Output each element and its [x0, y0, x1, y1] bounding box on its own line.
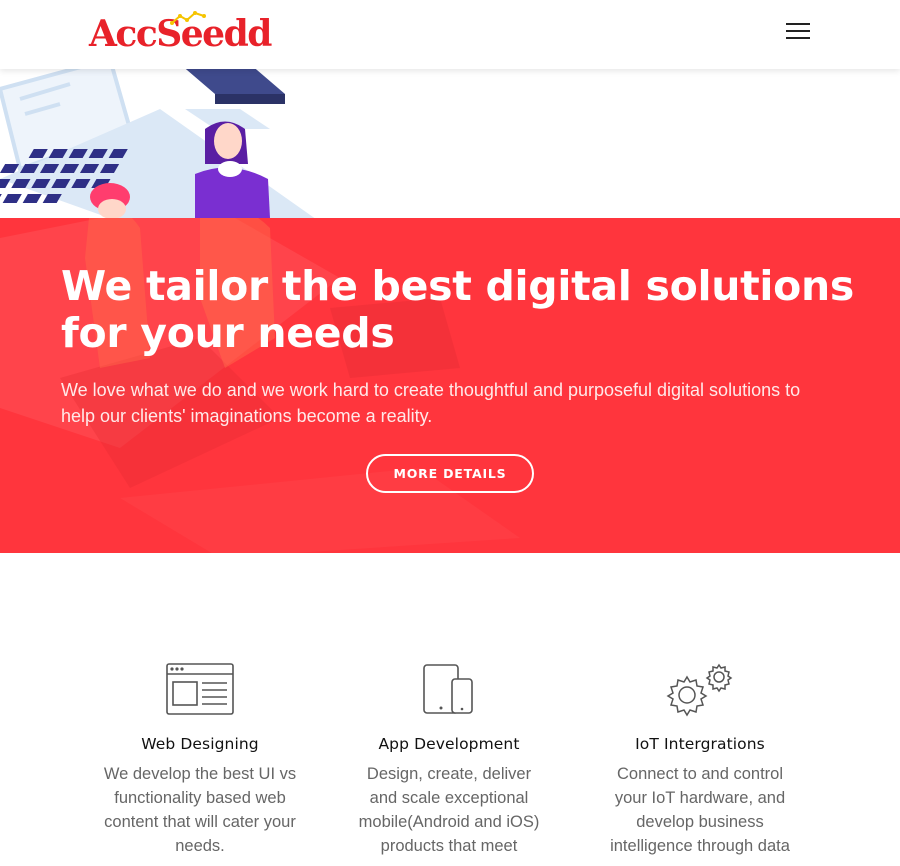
service-description: Connect to and control your IoT hardware…	[610, 765, 790, 855]
browser-layout-icon	[75, 663, 325, 717]
service-title: App Development	[378, 735, 520, 753]
service-app-development: App Development Design, create, deliver …	[324, 663, 574, 858]
more-details-button[interactable]: MORE DETAILS	[366, 454, 534, 493]
laptop-people-illustration	[0, 69, 315, 218]
logo-graph-icon	[170, 11, 206, 25]
service-iot-integrations: IoT Intergrations Connect to and control…	[575, 663, 825, 858]
service-description: Design, create, deliver and scale except…	[358, 765, 540, 855]
hero-banner: We tailor the best digital solutions for…	[0, 218, 900, 553]
hamburger-line	[786, 37, 810, 39]
tablet-phone-icon	[324, 663, 574, 717]
hero-illustration	[0, 69, 900, 218]
hero-subtitle: We love what we do and we work hard to c…	[61, 380, 801, 426]
hamburger-line	[786, 30, 810, 32]
gears-icon	[575, 663, 825, 717]
service-title: Web Designing	[141, 735, 259, 753]
site-header: AccSeedd	[0, 0, 900, 69]
service-web-designing: Web Designing We develop the best UI vs …	[75, 663, 325, 858]
hamburger-menu-button[interactable]	[786, 23, 810, 41]
hamburger-icon	[786, 23, 810, 25]
hero-title: We tailor the best digital solutions for…	[61, 262, 855, 357]
service-title: IoT Intergrations	[635, 735, 765, 753]
service-description: We develop the best UI vs functionality …	[103, 765, 297, 855]
